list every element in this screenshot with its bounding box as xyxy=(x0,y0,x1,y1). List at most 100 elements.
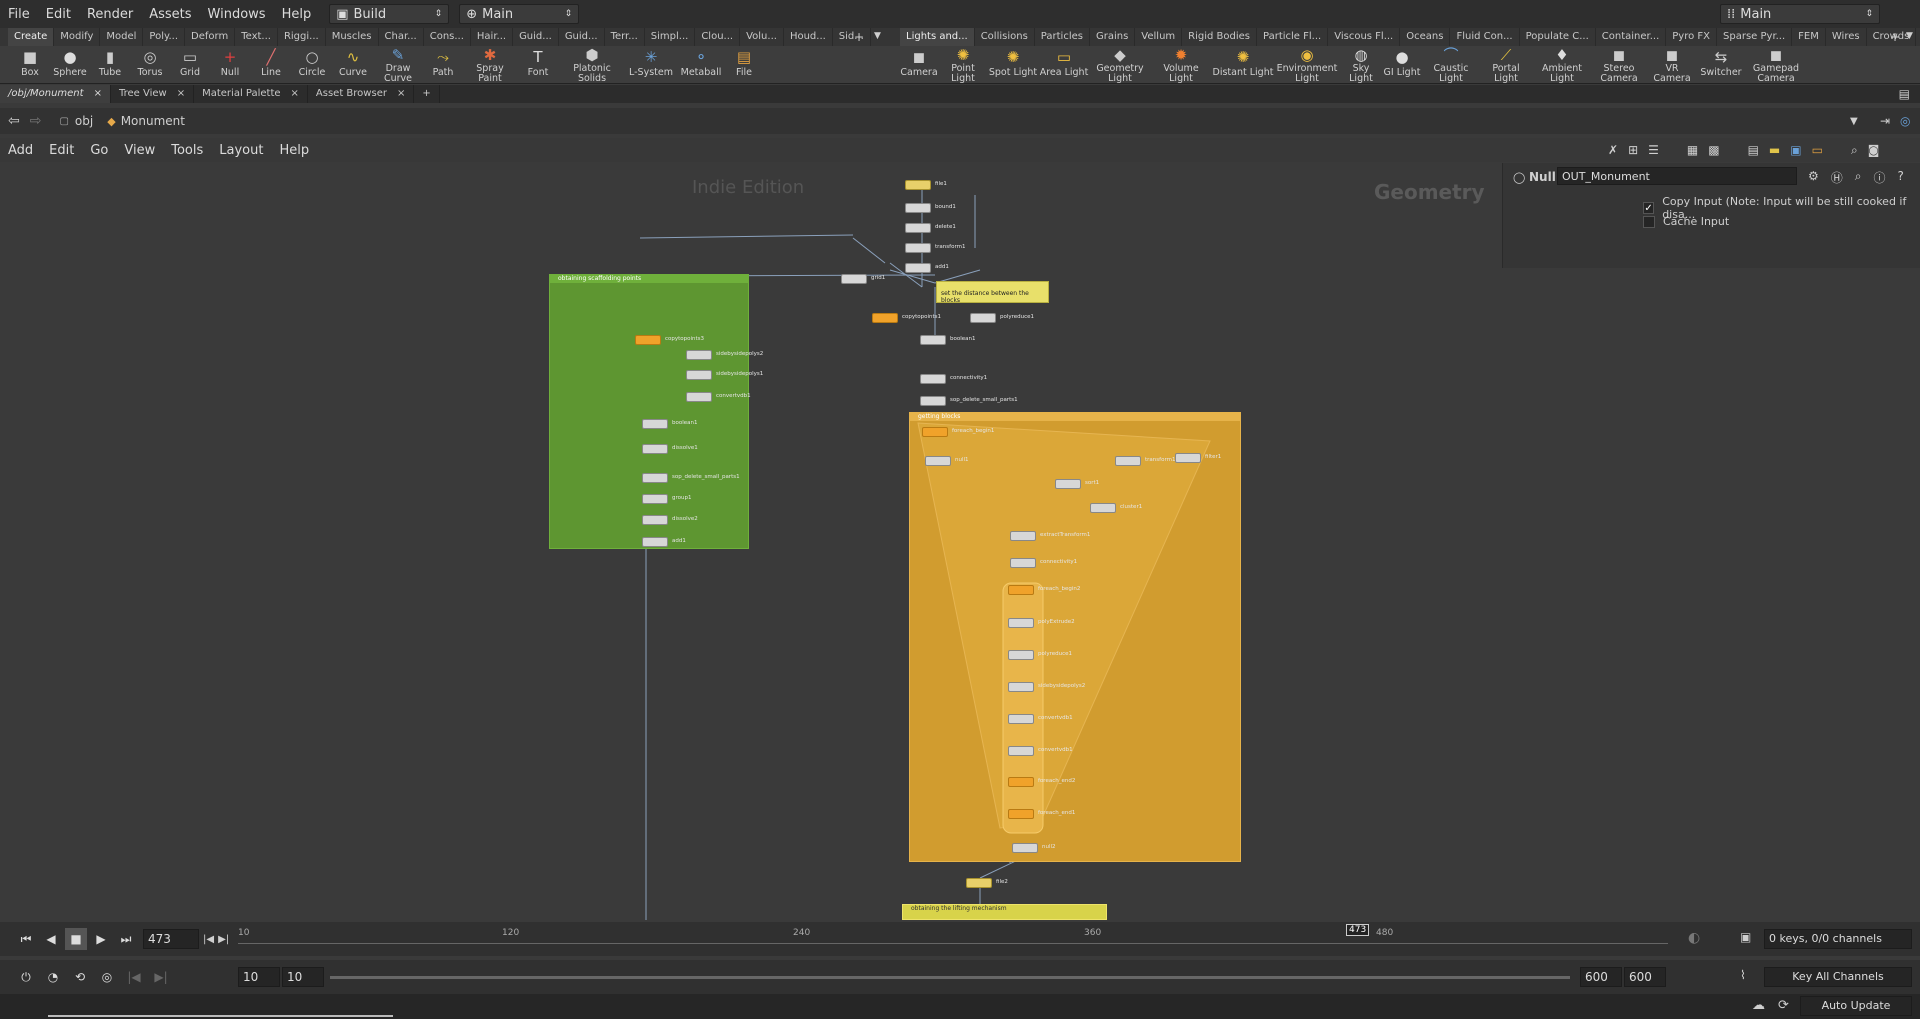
tab-tree-view[interactable]: Tree View × xyxy=(111,85,195,103)
shelf-tool-gi-light[interactable]: ● GI Light xyxy=(1382,46,1422,84)
network-node[interactable] xyxy=(642,494,668,504)
shelf-tab[interactable]: Grains xyxy=(1090,28,1136,46)
shelf-tool-file[interactable]: ▤ File xyxy=(724,46,764,84)
network-node[interactable] xyxy=(970,313,996,323)
play-back-icon[interactable]: ◀ xyxy=(40,928,62,950)
shelf-tab[interactable]: Clou... xyxy=(695,28,741,46)
desktop-dropdown[interactable]: ▣ Build ⇕ xyxy=(329,4,450,24)
shelf-tab[interactable]: Particle Fl... xyxy=(1257,28,1329,46)
network-node[interactable] xyxy=(905,243,931,253)
network-node[interactable] xyxy=(642,444,668,454)
net-menu-tools[interactable]: Tools xyxy=(163,143,211,158)
shelf-tool-portal-light[interactable]: ⟋ Portal Light xyxy=(1480,46,1532,84)
context-dropdown[interactable]: ⊕ Main ⇕ xyxy=(459,4,580,24)
shelf-tool-spot-light[interactable]: ✺ Spot Light xyxy=(988,46,1038,84)
network-node[interactable] xyxy=(686,350,712,360)
shelf-tab[interactable]: Text... xyxy=(235,28,278,46)
network-node[interactable] xyxy=(966,878,992,888)
shelf-tool-grid[interactable]: ▭ Grid xyxy=(170,46,210,84)
shelf-tab[interactable]: Poly... xyxy=(143,28,186,46)
network-node[interactable] xyxy=(905,263,931,273)
sticky-note[interactable]: set the distance between the blocks xyxy=(936,281,1049,304)
close-icon[interactable]: × xyxy=(397,88,405,100)
houdini-help-icon[interactable]: Ⓗ xyxy=(1831,169,1843,186)
note-icon[interactable]: ▬ xyxy=(1769,143,1780,158)
shelf-tool-line[interactable]: ╱ Line xyxy=(250,46,292,84)
shelf-tool-gamepad-camera[interactable]: ◼ Gamepad Camera xyxy=(1744,46,1808,84)
network-node[interactable] xyxy=(1055,479,1081,489)
shelf-tab[interactable]: Houd... xyxy=(784,28,833,46)
network-node[interactable] xyxy=(920,335,946,345)
shelf-tab[interactable]: Sparse Pyr... xyxy=(1717,28,1793,46)
shelf-tab[interactable]: Volu... xyxy=(740,28,784,46)
shelf-tool-geometry-light[interactable]: ◆ Geometry Light xyxy=(1090,46,1150,84)
shelf-tab[interactable]: Deform xyxy=(185,28,236,46)
shelf-tab[interactable]: Create xyxy=(8,28,55,46)
folder-icon[interactable]: ▭ xyxy=(1812,143,1823,158)
key-all-channels-button[interactable]: Key All Channels xyxy=(1764,967,1912,987)
tab-asset-browser[interactable]: Asset Browser × xyxy=(308,85,415,103)
network-node[interactable] xyxy=(905,223,931,233)
shelf-tool-platonic-solids[interactable]: ⬢ Platonic Solids xyxy=(560,46,624,84)
key-mode-icon[interactable]: ⌇ xyxy=(1740,968,1746,982)
shelf-tab[interactable]: Riggi... xyxy=(278,28,326,46)
network-node[interactable] xyxy=(1008,650,1034,660)
prev-key-icon[interactable]: |◀ xyxy=(123,966,145,988)
shelf-tab[interactable]: Muscles xyxy=(326,28,379,46)
shelf-tab[interactable]: Model xyxy=(100,28,144,46)
network-node[interactable] xyxy=(635,335,661,345)
refresh-icon[interactable]: ⟳ xyxy=(1778,998,1789,1013)
shelf-tool-area-light[interactable]: ▭ Area Light xyxy=(1038,46,1090,84)
step-forward-icon[interactable]: ▶| xyxy=(218,934,229,945)
add-shelf-icon[interactable]: + xyxy=(854,30,864,44)
shelf-tool-vr-camera[interactable]: ◼ VR Camera xyxy=(1646,46,1698,84)
shelf-tab[interactable]: Cons... xyxy=(424,28,471,46)
global-anim-icon[interactable]: ◎ xyxy=(96,966,118,988)
shelf-tab[interactable]: Sid... xyxy=(833,28,871,46)
network-node[interactable] xyxy=(642,419,668,429)
shelf-tab[interactable]: FEM xyxy=(1792,28,1826,46)
shelf-tab[interactable]: Container... xyxy=(1596,28,1667,46)
network-node[interactable] xyxy=(1010,558,1036,568)
shelf-tool-environment-light[interactable]: ◉ Environment Light xyxy=(1274,46,1340,84)
tree-icon[interactable]: ⊞ xyxy=(1628,143,1638,158)
network-node[interactable] xyxy=(905,203,931,213)
shelf-tool-l-system[interactable]: ✳ L-System xyxy=(624,46,678,84)
shelf-right-menu-icon[interactable]: ▼ xyxy=(1906,31,1913,41)
add-shelf-right-icon[interactable]: + xyxy=(1890,30,1900,44)
realtime-icon[interactable]: ⏻ xyxy=(15,966,37,988)
range-slider[interactable] xyxy=(330,976,1570,979)
wrench-icon[interactable]: ✗ xyxy=(1608,143,1618,158)
net-menu-go[interactable]: Go xyxy=(82,143,116,158)
shelf-tab[interactable]: Oceans xyxy=(1400,28,1451,46)
current-frame-field[interactable]: 473 xyxy=(143,929,199,949)
info-icon[interactable]: ⓘ xyxy=(1874,169,1886,186)
copy-input-checkbox[interactable]: ✓ xyxy=(1643,202,1655,214)
play-icon[interactable]: ▶ xyxy=(90,928,112,950)
net-menu-add[interactable]: Add xyxy=(0,143,41,158)
loop-icon[interactable]: ⟲ xyxy=(69,966,91,988)
shelf-tool-switcher[interactable]: ⇆ Switcher xyxy=(1698,46,1744,84)
shelf-tab[interactable]: Lights and... xyxy=(900,28,975,46)
help-icon[interactable]: ? xyxy=(1898,169,1904,186)
link-icon[interactable]: ◎ xyxy=(1900,114,1910,128)
network-node[interactable] xyxy=(1008,746,1034,756)
shelf-tab[interactable]: Fluid Con... xyxy=(1450,28,1520,46)
range-start2-field[interactable]: 10 xyxy=(282,967,324,987)
shelf-tab[interactable]: Collisions xyxy=(975,28,1035,46)
menu-edit[interactable]: Edit xyxy=(38,7,79,22)
audio-scrub-icon[interactable]: ◐ xyxy=(1688,930,1700,946)
network-node[interactable] xyxy=(642,515,668,525)
network-node[interactable] xyxy=(686,370,712,380)
range-start-field[interactable]: 10 xyxy=(238,967,280,987)
network-node[interactable] xyxy=(1008,682,1034,692)
net-menu-edit[interactable]: Edit xyxy=(41,143,82,158)
network-node[interactable] xyxy=(642,473,668,483)
forward-arrow-icon[interactable]: ⇨ xyxy=(30,113,42,129)
shelf-tool-tube[interactable]: ▮ Tube xyxy=(90,46,130,84)
shelf-tool-path[interactable]: ⤳ Path xyxy=(422,46,464,84)
audio-icon[interactable]: ◔ xyxy=(42,966,64,988)
timeline-scrubber[interactable]: 10 120 240 360 480 473 xyxy=(238,924,1668,950)
jump-end-icon[interactable]: ⏭ xyxy=(115,928,137,950)
menu-render[interactable]: Render xyxy=(79,7,141,22)
